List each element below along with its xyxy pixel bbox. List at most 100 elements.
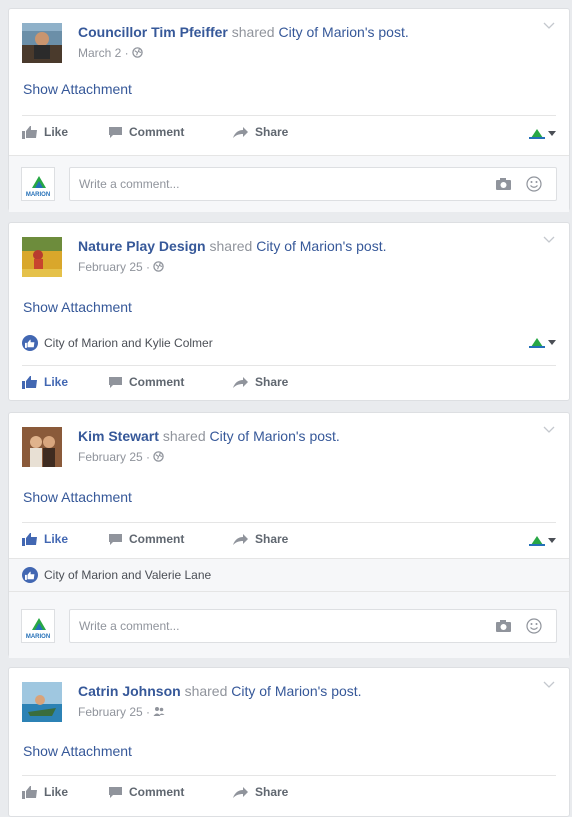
comment-composer: MARION — [9, 155, 569, 212]
action-bar: Like Comment Share — [22, 775, 556, 810]
share-button[interactable]: Share — [232, 532, 288, 546]
globe-icon — [132, 47, 143, 58]
post-date[interactable]: February 25 · — [78, 705, 150, 719]
caret-down-icon — [548, 537, 556, 543]
reactions-text: City of Marion and Valerie Lane — [44, 568, 212, 582]
comment-button[interactable]: Comment — [108, 785, 184, 799]
action-bar: Like Comment Share — [22, 115, 556, 150]
avatar[interactable] — [22, 237, 62, 277]
comment-composer: MARION — [9, 591, 569, 658]
share-button[interactable]: Share — [232, 125, 288, 139]
reactions-summary[interactable]: City of Marion and Valerie Lane — [22, 567, 211, 583]
source-page-link[interactable]: City of Marion — [231, 683, 317, 699]
post-link[interactable]: 's post. — [296, 428, 340, 444]
page-voice-selector[interactable] — [529, 336, 556, 348]
like-label: Like — [44, 125, 69, 139]
post-link[interactable]: 's post. — [343, 238, 387, 254]
share-label: Share — [255, 375, 289, 389]
post-meta: February 25 · — [78, 705, 165, 719]
like-button[interactable]: Like — [22, 532, 68, 546]
avatar[interactable] — [22, 682, 62, 722]
show-attachment-link[interactable]: Show Attachment — [23, 489, 132, 505]
emoji-icon[interactable] — [526, 618, 542, 634]
chevron-down-icon[interactable] — [543, 681, 555, 689]
thumbs-up-icon — [22, 533, 37, 546]
actor-name[interactable]: Councillor Tim Pfeiffer — [78, 24, 228, 40]
comment-icon — [109, 786, 122, 798]
camera-icon[interactable] — [496, 620, 511, 632]
emoji-icon[interactable] — [526, 176, 542, 192]
comment-icon — [109, 533, 122, 545]
marion-page-icon — [529, 338, 545, 348]
like-label: Like — [44, 785, 69, 799]
comment-input[interactable] — [79, 177, 459, 191]
like-reaction-icon — [22, 567, 38, 583]
like-button[interactable]: Like — [22, 785, 68, 799]
post-header: Catrin Johnson shared City of Marion's p… — [9, 668, 569, 728]
comment-button[interactable]: Comment — [108, 125, 184, 139]
action-bar: Like Comment Share — [22, 522, 556, 557]
actor-name[interactable]: Kim Stewart — [78, 428, 159, 444]
chevron-down-icon[interactable] — [543, 236, 555, 244]
chevron-down-icon[interactable] — [543, 22, 555, 30]
share-label: Share — [255, 532, 289, 546]
share-arrow-icon — [233, 376, 248, 388]
share-button[interactable]: Share — [232, 375, 288, 389]
like-button[interactable]: Like — [22, 125, 68, 139]
avatar[interactable] — [22, 427, 62, 467]
like-label: Like — [44, 375, 69, 389]
show-attachment-link[interactable]: Show Attachment — [23, 743, 132, 759]
globe-icon — [153, 261, 165, 272]
post-card: Councillor Tim Pfeiffer shared City of M… — [8, 8, 570, 212]
post-date[interactable]: February 25 · — [78, 450, 150, 464]
marion-avatar: MARION — [21, 167, 55, 201]
post-meta: February 25 · — [78, 260, 165, 274]
post-card: Nature Play Design shared City of Marion… — [8, 222, 570, 401]
like-reaction-icon — [22, 335, 38, 351]
post-header: Councillor Tim Pfeiffer shared City of M… — [9, 9, 569, 69]
shared-text: shared — [162, 428, 206, 444]
comment-button[interactable]: Comment — [108, 375, 184, 389]
shared-text: shared — [209, 238, 253, 254]
action-bar: Like Comment Share — [22, 365, 556, 400]
actor-name[interactable]: Catrin Johnson — [78, 683, 181, 699]
actor-name[interactable]: Nature Play Design — [78, 238, 206, 254]
post-title: Kim Stewart shared City of Marion's post… — [78, 428, 340, 444]
post-date[interactable]: March 2 · — [78, 46, 129, 60]
share-label: Share — [255, 125, 289, 139]
caret-down-icon — [548, 130, 556, 136]
share-button[interactable]: Share — [232, 785, 288, 799]
share-arrow-icon — [233, 786, 248, 798]
comment-icon — [109, 126, 122, 138]
source-page-link[interactable]: City of Marion — [278, 24, 364, 40]
source-page-link[interactable]: City of Marion — [256, 238, 342, 254]
comment-label: Comment — [129, 125, 185, 139]
page-voice-selector[interactable] — [529, 127, 556, 139]
shared-text: shared — [231, 24, 275, 40]
post-title: Nature Play Design shared City of Marion… — [78, 238, 386, 254]
source-page-link[interactable]: City of Marion — [210, 428, 296, 444]
camera-icon[interactable] — [496, 178, 511, 190]
marion-logo: MARION — [26, 176, 50, 198]
like-button[interactable]: Like — [22, 375, 68, 389]
reactions-text: City of Marion and Kylie Colmer — [44, 336, 213, 350]
globe-icon — [153, 451, 165, 462]
comment-button[interactable]: Comment — [108, 532, 184, 546]
comment-input[interactable] — [79, 619, 459, 633]
post-card: Kim Stewart shared City of Marion's post… — [8, 412, 570, 658]
avatar[interactable] — [22, 23, 62, 63]
thumbs-up-icon — [22, 376, 37, 389]
chevron-down-icon[interactable] — [543, 426, 555, 434]
reactions-summary[interactable]: City of Marion and Kylie Colmer — [22, 335, 213, 351]
post-date[interactable]: February 25 · — [78, 260, 150, 274]
friends-icon — [153, 707, 165, 716]
show-attachment-link[interactable]: Show Attachment — [23, 81, 132, 97]
marion-page-icon — [529, 129, 545, 139]
post-link[interactable]: 's post. — [365, 24, 409, 40]
post-title: Councillor Tim Pfeiffer shared City of M… — [78, 24, 409, 40]
page-voice-selector[interactable] — [529, 534, 556, 546]
show-attachment-link[interactable]: Show Attachment — [23, 299, 132, 315]
svg-text:MARION: MARION — [26, 634, 50, 640]
post-link[interactable]: 's post. — [318, 683, 362, 699]
thumbs-up-icon — [22, 126, 37, 139]
